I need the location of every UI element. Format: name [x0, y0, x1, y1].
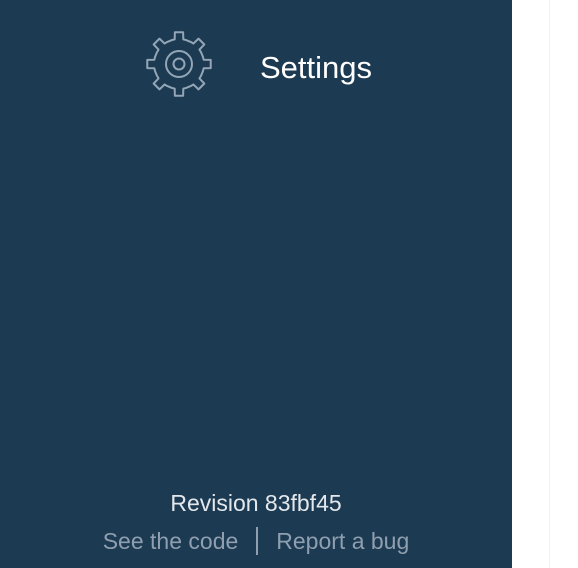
sidebar-footer: Revision 83fbf45 See the code Report a b… [0, 484, 512, 560]
sidebar: Settings Revision 83fbf45 See the code R… [0, 0, 512, 568]
main-panel [512, 0, 578, 568]
panel-divider [549, 0, 550, 568]
gear-icon [144, 29, 214, 99]
sidebar-item-label: Settings [260, 50, 373, 85]
revision-label: Revision 83fbf45 [170, 490, 342, 516]
sidebar-item-settings[interactable]: Settings [140, 26, 400, 102]
see-code-link[interactable]: See the code [103, 528, 239, 555]
report-bug-link[interactable]: Report a bug [276, 528, 409, 555]
link-divider [256, 527, 259, 555]
footer-links: See the code Report a bug [0, 522, 512, 560]
